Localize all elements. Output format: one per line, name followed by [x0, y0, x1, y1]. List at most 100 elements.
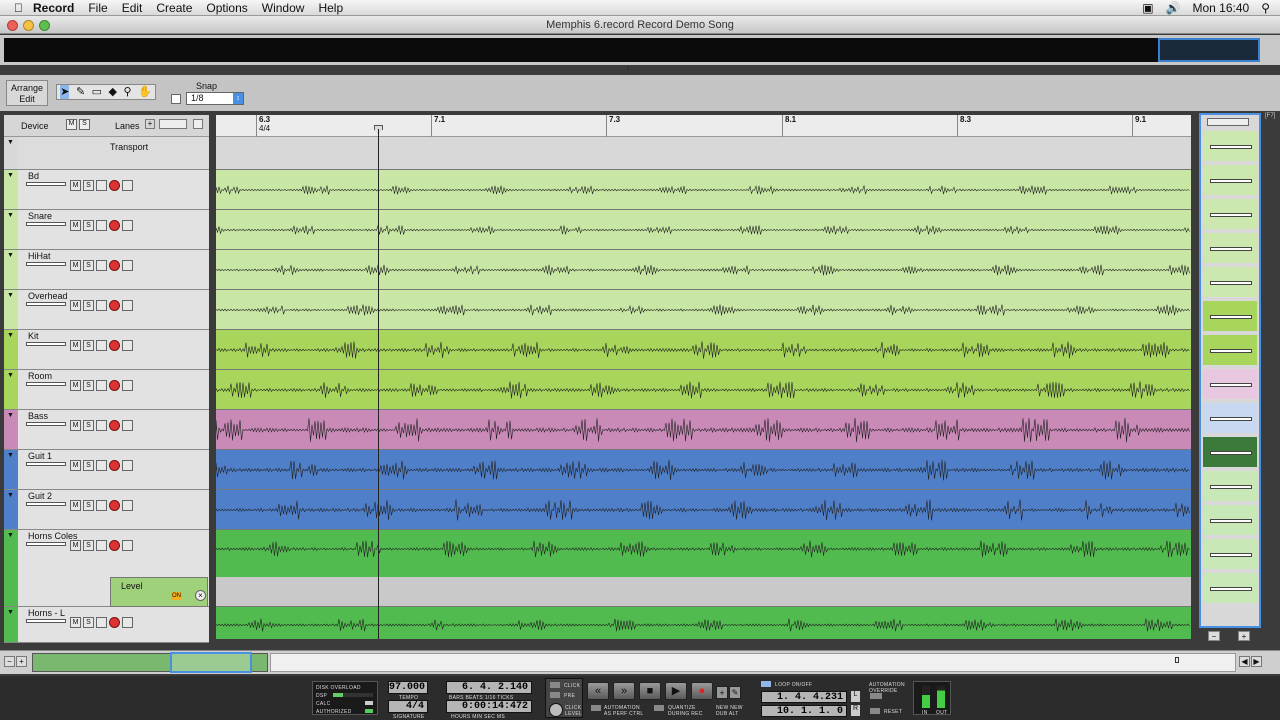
fold-track-icon[interactable]: ▼: [7, 212, 14, 219]
track-name[interactable]: HiHat: [28, 251, 51, 261]
fold-track-icon[interactable]: ▼: [7, 452, 14, 459]
mute-button[interactable]: M: [70, 260, 81, 271]
track-volume-fader[interactable]: [26, 619, 66, 623]
magnify-tool-icon[interactable]: ⚲: [123, 85, 131, 99]
mixer-channel[interactable]: [1203, 233, 1257, 263]
track-name[interactable]: Snare: [28, 211, 52, 221]
speaker-icon[interactable]: [122, 540, 133, 551]
automation-on-indicator[interactable]: ON: [171, 592, 182, 600]
mixer-channel[interactable]: [1203, 539, 1257, 569]
snap-value-select[interactable]: 1/8 ↕: [186, 92, 244, 105]
speaker-icon[interactable]: [122, 617, 133, 628]
navigator-visible-range[interactable]: [170, 652, 252, 673]
track-header[interactable]: ▼ Bass M S: [4, 410, 209, 450]
arrange-edit-toggle[interactable]: Arrange Edit: [6, 80, 48, 106]
click-toggle[interactable]: [550, 682, 560, 688]
record-enable-button[interactable]: [109, 500, 120, 511]
mixer-zoom-in-icon[interactable]: +: [1238, 631, 1250, 641]
scroll-right-icon[interactable]: ▶: [1251, 656, 1262, 667]
menu-create[interactable]: Create: [156, 1, 192, 15]
track-volume-fader[interactable]: [26, 222, 66, 226]
mixer-channel[interactable]: [1203, 335, 1257, 365]
track-header[interactable]: ▼ Horns - L MS: [4, 607, 209, 643]
monitor-icon[interactable]: [96, 460, 107, 471]
record-enable-button[interactable]: [109, 300, 120, 311]
record-enable-button[interactable]: [109, 220, 120, 231]
mixer-channel-fader[interactable]: [1210, 417, 1252, 421]
monitor-icon[interactable]: [96, 340, 107, 351]
loop-left-display[interactable]: 1. 4. 4.231: [761, 691, 847, 703]
speaker-icon[interactable]: [122, 300, 133, 311]
mute-button[interactable]: M: [70, 540, 81, 551]
navigator-zoom-in-icon[interactable]: +: [16, 656, 27, 667]
track-lane[interactable]: [216, 410, 1191, 450]
solo-button[interactable]: S: [83, 617, 94, 628]
mixer-channel[interactable]: [1203, 505, 1257, 535]
minimize-window-button[interactable]: [23, 20, 34, 31]
fold-track-icon[interactable]: ▼: [7, 372, 14, 379]
fold-track-icon[interactable]: ▼: [7, 292, 14, 299]
monitor-icon[interactable]: [96, 500, 107, 511]
track-lane[interactable]: [216, 607, 1191, 639]
mixer-channel-fader[interactable]: [1210, 281, 1252, 285]
monitor-icon[interactable]: [96, 617, 107, 628]
mute-button[interactable]: M: [70, 500, 81, 511]
track-volume-fader[interactable]: [26, 262, 66, 266]
close-window-button[interactable]: [7, 20, 18, 31]
play-button[interactable]: ▶: [665, 682, 687, 700]
track-volume-fader[interactable]: [26, 542, 66, 546]
arrange-view[interactable]: 6.3 4/4 7.1 7.3 8.1 8.3 9.1: [216, 115, 1191, 639]
automation-reset-button[interactable]: [870, 708, 880, 714]
screen-icon[interactable]: ▣: [1142, 1, 1153, 15]
mixer-channel[interactable]: [1203, 369, 1257, 399]
loop-left-button[interactable]: L: [851, 691, 860, 702]
speaker-icon[interactable]: [122, 460, 133, 471]
automation-lane[interactable]: [216, 577, 1191, 607]
record-enable-button[interactable]: [109, 617, 120, 628]
record-button[interactable]: ●: [691, 682, 713, 700]
track-header[interactable]: ▼ Kit M S: [4, 330, 209, 370]
new-alt-button[interactable]: ✎: [729, 686, 741, 699]
track-volume-fader[interactable]: [26, 462, 66, 466]
new-dub-button[interactable]: +: [716, 686, 728, 699]
bar-ruler[interactable]: 6.3 4/4 7.1 7.3 8.1 8.3 9.1: [216, 115, 1191, 137]
solo-button[interactable]: S: [83, 460, 94, 471]
track-lane[interactable]: [216, 290, 1191, 330]
track-name[interactable]: Bd: [28, 171, 39, 181]
mute-button[interactable]: M: [70, 180, 81, 191]
fold-track-icon[interactable]: ▼: [7, 412, 14, 419]
speaker-icon[interactable]: [122, 500, 133, 511]
collapse-icon[interactable]: [193, 119, 203, 129]
fold-track-icon[interactable]: ▼: [7, 492, 14, 499]
track-lane[interactable]: [216, 490, 1191, 530]
rack-overview[interactable]: [1158, 38, 1260, 62]
monitor-icon[interactable]: [96, 540, 107, 551]
mixer-zoom-out-icon[interactable]: −: [1208, 631, 1220, 641]
mute-header-button[interactable]: M: [66, 119, 77, 130]
menu-options[interactable]: Options: [206, 1, 247, 15]
automation-perf-toggle[interactable]: [591, 705, 601, 711]
loop-onoff-toggle[interactable]: [761, 681, 771, 687]
speaker-icon[interactable]: [122, 380, 133, 391]
solo-header-button[interactable]: S: [79, 119, 90, 130]
time-display[interactable]: 0:00:14:472: [446, 700, 532, 713]
track-volume-fader[interactable]: [26, 422, 66, 426]
fast-forward-button[interactable]: »: [613, 682, 635, 700]
mixer-channel-fader[interactable]: [1210, 349, 1252, 353]
solo-button[interactable]: S: [83, 500, 94, 511]
monitor-icon[interactable]: [96, 180, 107, 191]
mixer-channel-fader[interactable]: [1210, 451, 1252, 455]
record-enable-button[interactable]: [109, 180, 120, 191]
loop-right-display[interactable]: 10. 1. 1. 0: [761, 705, 847, 717]
menubar-clock[interactable]: Mon 16:40: [1192, 1, 1249, 15]
mixer-channel-fader[interactable]: [1210, 213, 1252, 217]
track-header[interactable]: ▼ Guit 2 MS: [4, 490, 209, 530]
monitor-icon[interactable]: [96, 380, 107, 391]
mute-button[interactable]: M: [70, 300, 81, 311]
track-lane[interactable]: [216, 137, 1191, 170]
track-lane[interactable]: [216, 450, 1191, 490]
track-volume-fader[interactable]: [26, 382, 66, 386]
mixer-channel-fader[interactable]: [1210, 553, 1252, 557]
track-lane[interactable]: [216, 250, 1191, 290]
menu-edit[interactable]: Edit: [122, 1, 143, 15]
